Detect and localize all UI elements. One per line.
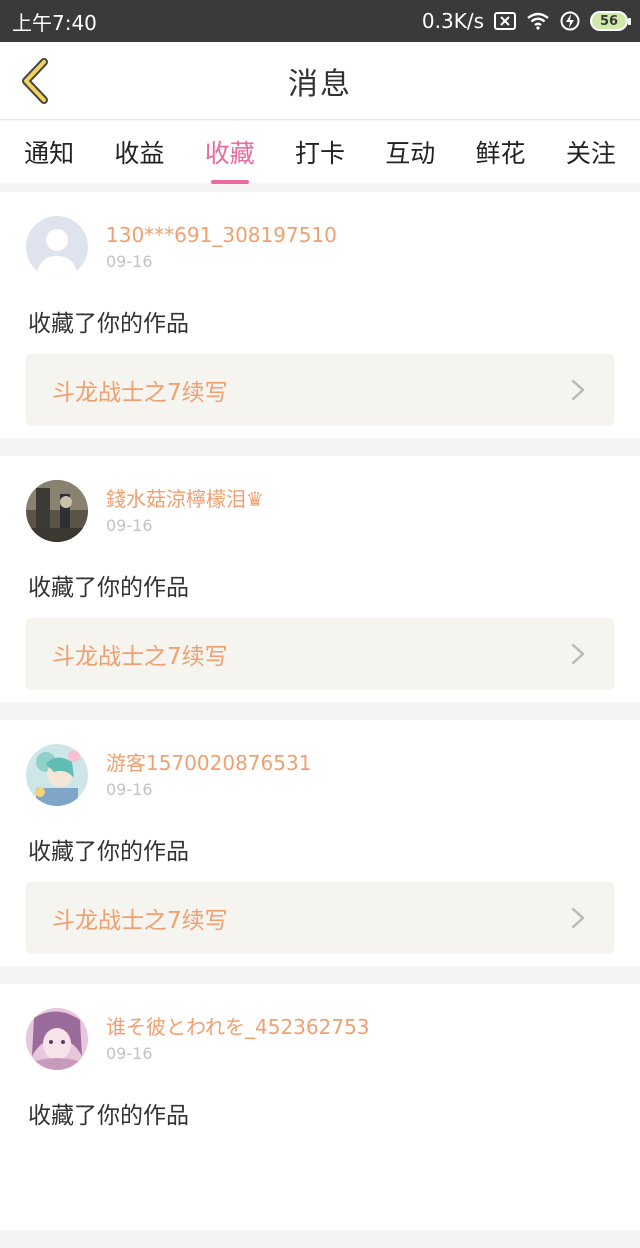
sim-blocked-icon <box>494 12 516 30</box>
tab-earnings[interactable]: 收益 <box>108 126 170 178</box>
chevron-left-icon <box>22 58 48 104</box>
message-card: 錢水菇涼檸檬泪♛ 09-16 收藏了你的作品 斗龙战士之7续写 <box>0 456 640 702</box>
chevron-right-icon <box>568 379 588 401</box>
battery-icon: 56 <box>590 11 631 31</box>
avatar[interactable] <box>26 744 88 806</box>
work-title: 斗龙战士之7续写 <box>52 380 228 406</box>
default-avatar-icon <box>26 216 88 278</box>
message-card: 130***691_308197510 09-16 收藏了你的作品 斗龙战士之7… <box>0 192 640 438</box>
status-bar: 上午7:40 0.3K/s 56 <box>0 0 640 42</box>
avatar[interactable] <box>26 1008 88 1070</box>
username[interactable]: 游客1570020876531 <box>106 750 311 776</box>
message-date: 09-16 <box>106 252 153 271</box>
work-title: 斗龙战士之7续写 <box>52 908 228 934</box>
username[interactable]: 130***691_308197510 <box>106 222 337 248</box>
net-speed: 0.3K/s <box>421 9 484 33</box>
page-title: 消息 <box>288 66 352 102</box>
tab-interaction[interactable]: 互动 <box>379 126 441 178</box>
chevron-right-icon <box>568 643 588 665</box>
message-date: 09-16 <box>106 516 153 535</box>
username[interactable]: 谁そ彼とわれを_452362753 <box>106 1014 370 1040</box>
status-time: 上午7:40 <box>12 10 97 35</box>
tab-checkin[interactable]: 打卡 <box>289 126 351 178</box>
user-photo-icon <box>26 480 88 542</box>
user-photo-icon <box>26 1008 88 1070</box>
top-bar: 消息 <box>0 42 640 120</box>
tab-flowers[interactable]: 鲜花 <box>470 126 532 178</box>
action-text: 收藏了你的作品 <box>28 575 189 601</box>
work-link[interactable]: 斗龙战士之7续写 <box>26 354 614 426</box>
message-date: 09-16 <box>106 1044 153 1063</box>
avatar[interactable] <box>26 480 88 542</box>
action-text: 收藏了你的作品 <box>28 839 189 865</box>
tab-follow[interactable]: 关注 <box>560 126 622 178</box>
message-date: 09-16 <box>106 780 153 799</box>
action-text: 收藏了你的作品 <box>28 311 189 337</box>
avatar[interactable] <box>26 216 88 278</box>
work-title: 斗龙战士之7续写 <box>52 644 228 670</box>
tab-notice[interactable]: 通知 <box>18 126 80 178</box>
tab-bar: 通知 收益 收藏 打卡 互动 鲜花 关注 <box>0 121 640 183</box>
status-icons: 0.3K/s 56 <box>421 9 631 33</box>
wifi-icon <box>526 12 550 30</box>
tab-favorites[interactable]: 收藏 <box>199 126 261 178</box>
work-link[interactable]: 斗龙战士之7续写 <box>26 618 614 690</box>
message-card: 谁そ彼とわれを_452362753 09-16 收藏了你的作品 <box>0 984 640 1230</box>
charging-icon <box>560 11 580 31</box>
message-list: 130***691_308197510 09-16 收藏了你的作品 斗龙战士之7… <box>0 192 640 1248</box>
message-card: 游客1570020876531 09-16 收藏了你的作品 斗龙战士之7续写 <box>0 720 640 966</box>
user-photo-icon <box>26 744 88 806</box>
back-button[interactable] <box>14 56 54 106</box>
work-link[interactable]: 斗龙战士之7续写 <box>26 882 614 954</box>
chevron-right-icon <box>568 907 588 929</box>
action-text: 收藏了你的作品 <box>28 1103 189 1129</box>
username[interactable]: 錢水菇涼檸檬泪♛ <box>106 486 264 512</box>
